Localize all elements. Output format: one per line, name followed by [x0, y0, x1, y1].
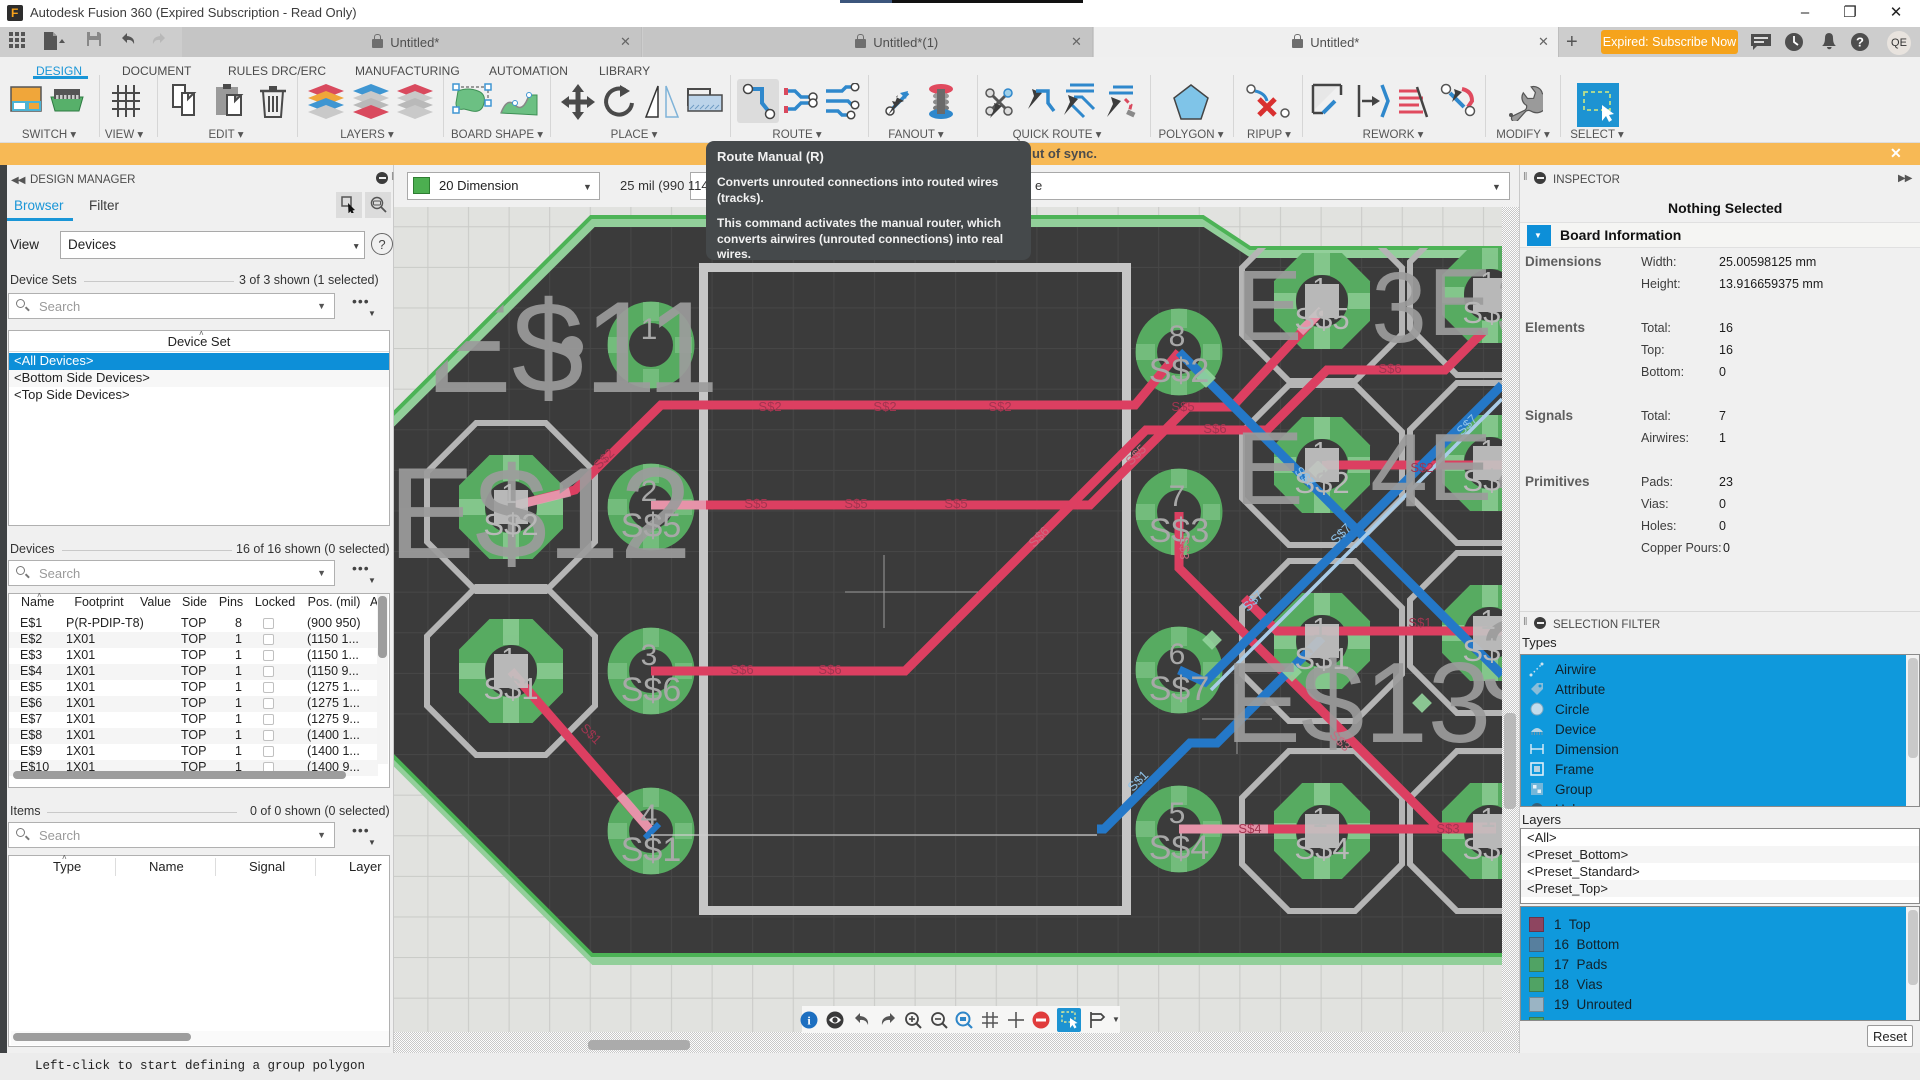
svg-text:6: 6: [1169, 638, 1186, 671]
svg-text:5: 5: [1169, 797, 1186, 830]
svg-text:S$7: S$7: [1149, 670, 1210, 708]
svg-text:S$6: S$6: [621, 671, 682, 709]
svg-text:S$5: S$5: [944, 496, 967, 511]
svg-text:E: E: [1234, 411, 1303, 527]
svg-text:3: 3: [1371, 252, 1427, 364]
svg-text:S$2: S$2: [1410, 460, 1433, 475]
svg-text:S$1: S$1: [1294, 641, 1349, 676]
svg-text:S$4: S$4: [1294, 831, 1349, 866]
svg-text:1: 1: [1312, 612, 1328, 643]
svg-text:S$6: S$6: [1378, 361, 1401, 376]
svg-text:S$1: S$1: [1408, 615, 1431, 630]
svg-text:S$3: S$3: [1177, 536, 1192, 559]
svg-text:1: 1: [1312, 272, 1328, 303]
svg-text:1: 1: [1480, 434, 1496, 465]
svg-text:S$1: S$1: [483, 671, 538, 706]
svg-text:7: 7: [1169, 480, 1186, 513]
svg-text:E$13: E$13: [1225, 640, 1491, 767]
svg-text:E: E: [1236, 250, 1303, 362]
svg-text:S$5: S$5: [1294, 301, 1349, 336]
svg-text:1: 1: [1312, 436, 1328, 467]
svg-text:S$2: S$2: [1149, 352, 1210, 390]
svg-text:8: 8: [1169, 320, 1186, 353]
svg-text:1: 1: [641, 313, 658, 346]
svg-text:4: 4: [641, 799, 658, 832]
svg-text:?: ?: [1856, 35, 1864, 50]
svg-text:S$3: S$3: [1462, 831, 1502, 866]
svg-text:S$5: S$5: [1171, 399, 1194, 414]
svg-text:2: 2: [641, 475, 658, 508]
svg-text:S$2: S$2: [758, 399, 781, 414]
svg-text:S$2: S$2: [988, 399, 1011, 414]
svg-text:S$2: S$2: [483, 507, 538, 542]
svg-text:1: 1: [1480, 604, 1496, 635]
svg-text:S$4: S$4: [1238, 821, 1261, 836]
svg-text:S$4: S$4: [1149, 829, 1210, 867]
svg-text:S$1: S$1: [621, 831, 682, 869]
svg-text:S$6: S$6: [730, 662, 753, 677]
svg-text:S$2: S$2: [1462, 463, 1502, 498]
svg-text:S$5: S$5: [844, 496, 867, 511]
svg-text:1: 1: [1480, 266, 1496, 297]
svg-text:S$5: S$5: [744, 496, 767, 511]
svg-text:1: 1: [501, 642, 517, 673]
svg-text:S$6: S$6: [1462, 295, 1502, 330]
svg-text:S$3: S$3: [1436, 821, 1459, 836]
svg-text:S$6: S$6: [818, 662, 841, 677]
svg-text:S$6: S$6: [1203, 421, 1226, 436]
svg-text:S$2: S$2: [873, 399, 896, 414]
svg-text:1: 1: [501, 478, 517, 509]
svg-text:3: 3: [641, 639, 658, 672]
svg-text:S$5: S$5: [621, 507, 682, 545]
svg-text:1: 1: [1480, 802, 1496, 833]
svg-text:1: 1: [1312, 802, 1328, 833]
svg-text:S$1: S$1: [1462, 633, 1502, 668]
